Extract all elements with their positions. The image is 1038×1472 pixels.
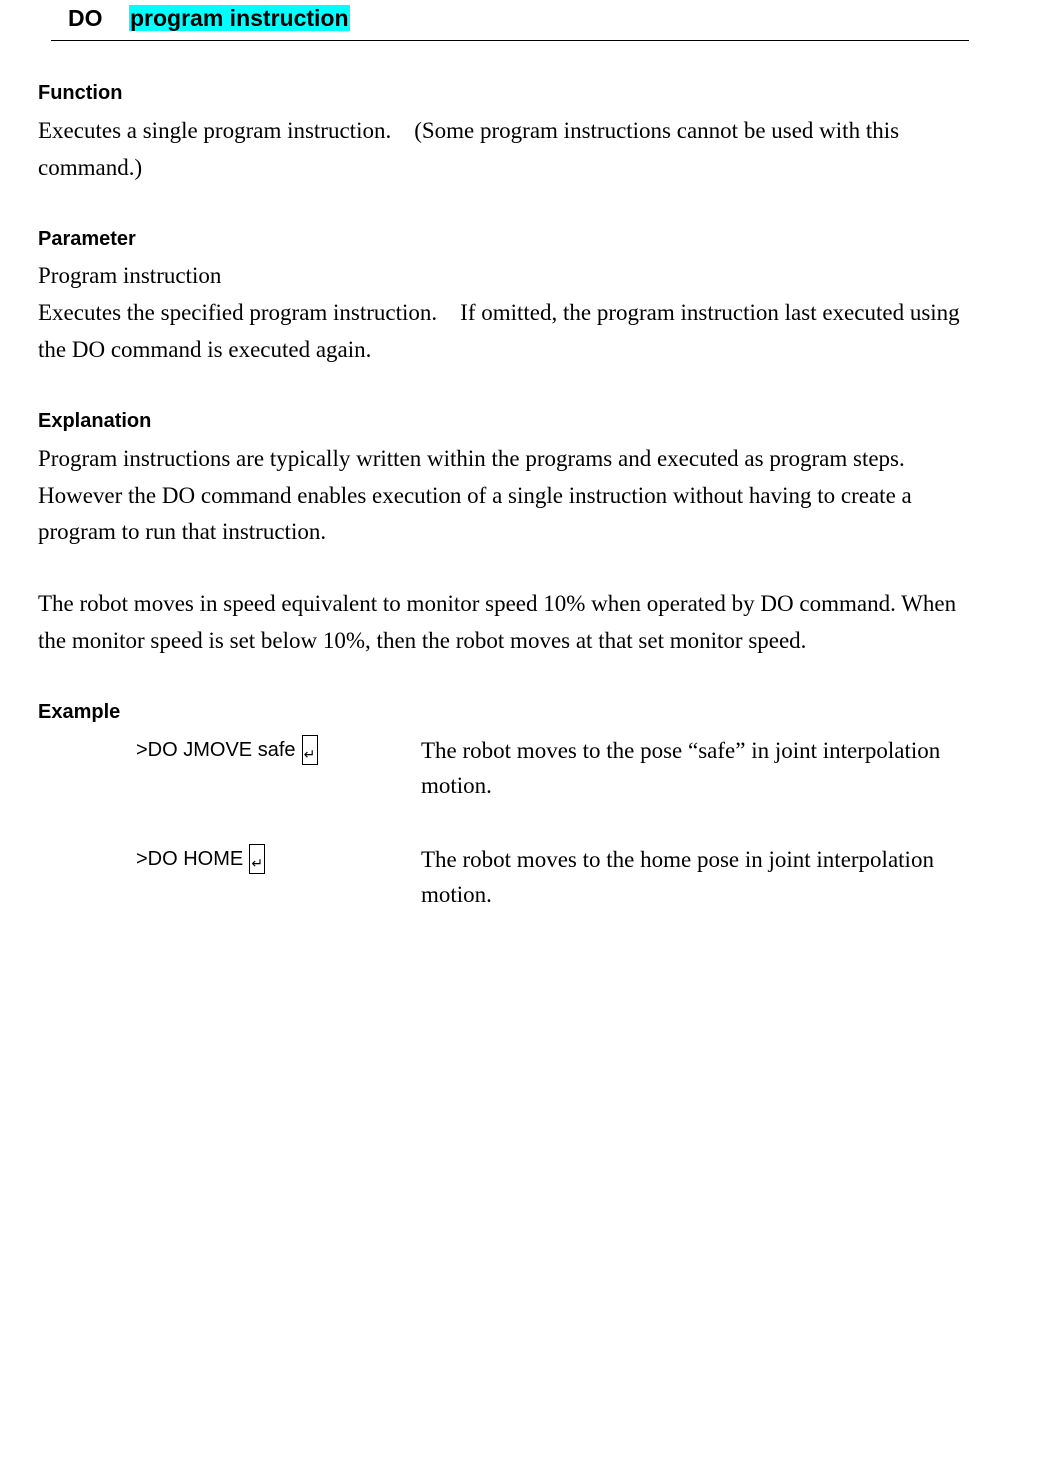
explanation-heading: Explanation	[38, 410, 152, 432]
example-heading: Example	[38, 701, 121, 723]
example-command-text: >DO JMOVE safe	[136, 739, 296, 761]
enter-key-icon: ↵	[249, 844, 266, 874]
parameter-heading: Parameter	[38, 228, 136, 250]
manual-page: DO program instruction Function Executes …	[0, 0, 1038, 1472]
parameter-name: Program instruction	[38, 263, 222, 288]
command-parameter-highlighted: program instruction	[129, 5, 350, 31]
header-divider	[51, 40, 969, 41]
enter-key-icon: ↵	[301, 735, 318, 765]
example-command-text: >DO HOME	[136, 848, 244, 870]
example-command-1: >DO JMOVE safe ↵	[136, 735, 318, 765]
example-description-1: The robot moves to the pose “safe” in jo…	[421, 738, 941, 798]
command-keyword: DO	[68, 5, 103, 31]
explanation-paragraph-1: Program instructions are typically writt…	[38, 446, 918, 544]
parameter-text: Executes the specified program instructi…	[38, 300, 966, 362]
explanation-paragraph-2: The robot moves in speed equivalent to m…	[38, 591, 962, 653]
function-heading: Function	[38, 82, 123, 104]
example-command-2: >DO HOME ↵	[136, 844, 266, 874]
command-syntax-header: DO program instruction	[68, 3, 350, 33]
function-text: Executes a single program instruction. (…	[38, 118, 905, 180]
example-description-2: The robot moves to the home pose in join…	[421, 847, 934, 907]
